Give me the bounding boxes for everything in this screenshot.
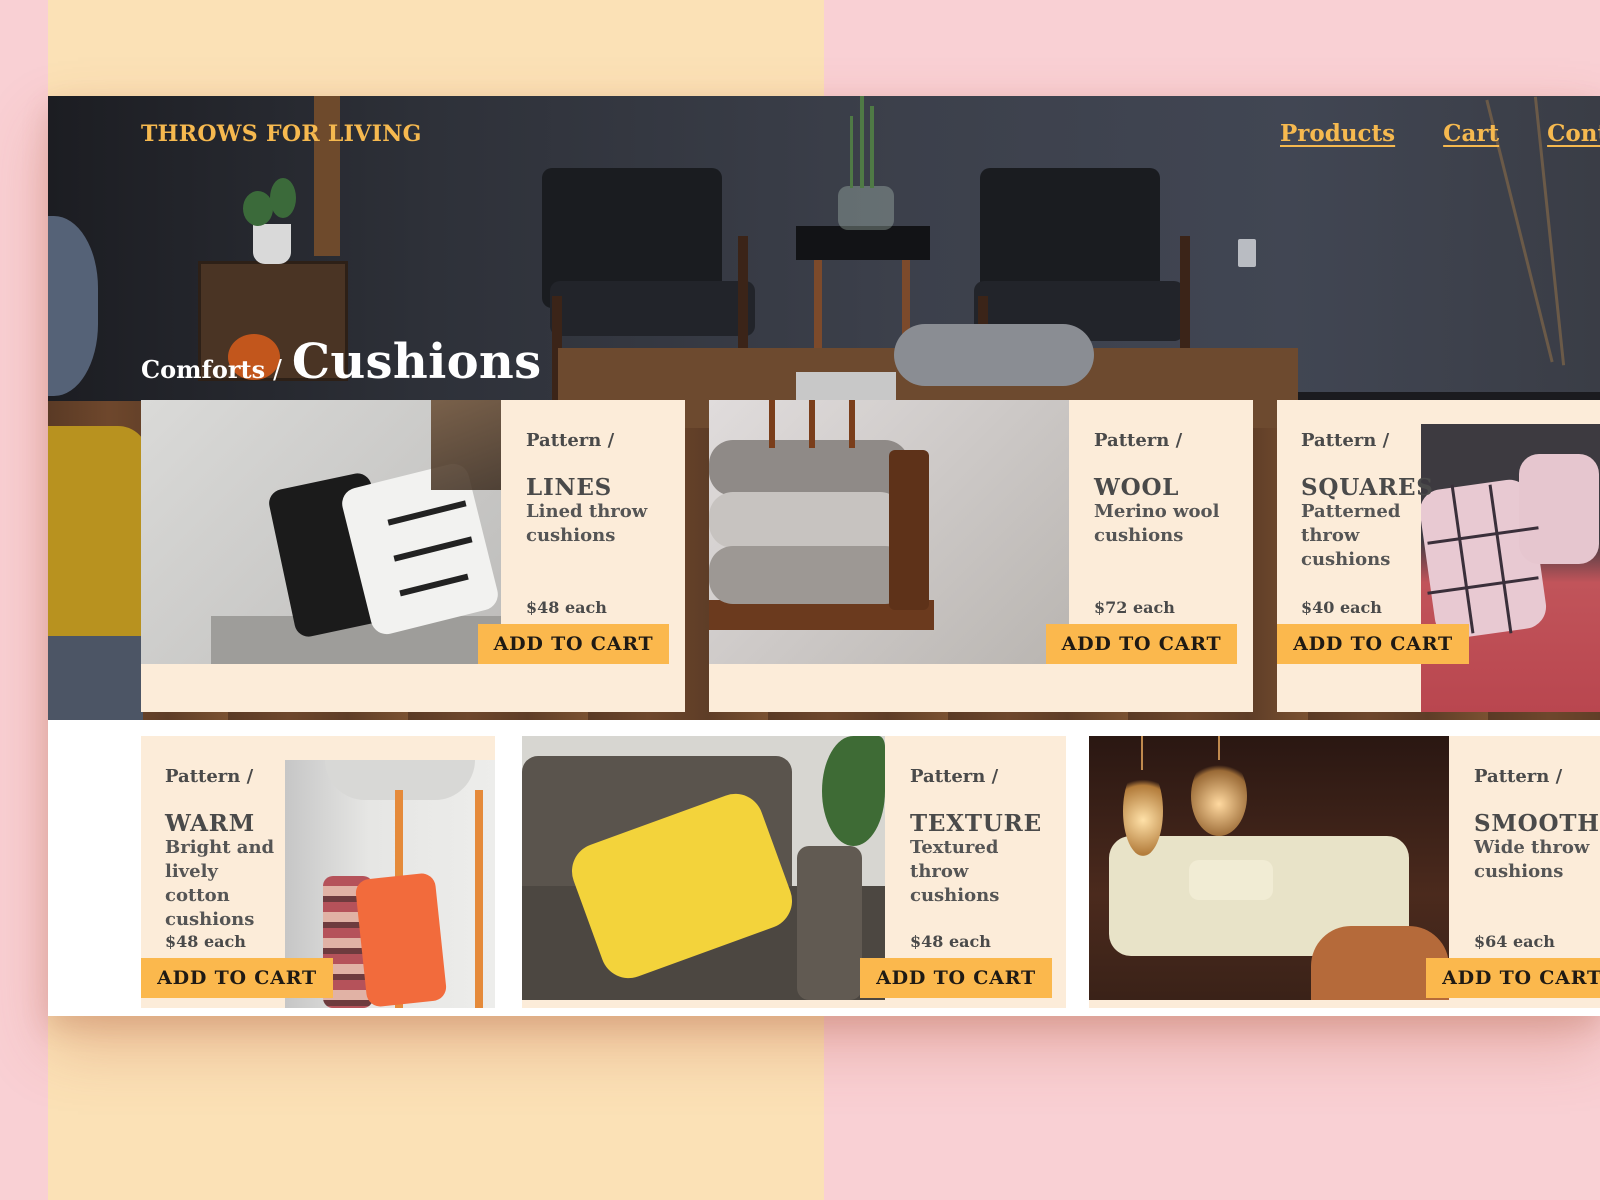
hero-plant-pot: [253, 224, 291, 264]
photo-grid-cushion: [1519, 454, 1599, 564]
product-kicker: Pattern /: [165, 766, 254, 787]
hero-chair-left-seat: [550, 281, 755, 336]
hero-light-switch: [1238, 239, 1256, 267]
product-photo: [1421, 424, 1600, 712]
product-card-texture: Pattern / TEXTURE Textured throw cushion…: [522, 736, 1066, 1008]
product-title: TEXTURE: [910, 810, 1042, 837]
product-photo: [709, 400, 1069, 664]
nav-contact-link[interactable]: Conta: [1547, 120, 1600, 147]
photo-bulb-light: [1123, 766, 1163, 856]
photo-wool-cushion: [709, 492, 904, 548]
page-frame: THROWS FOR LIVING Products Cart Conta Co…: [48, 96, 1600, 1016]
product-description: Textured throw cushions: [910, 837, 1000, 906]
photo-bulb-light: [1191, 756, 1247, 836]
add-to-cart-button[interactable]: ADD TO CART: [860, 958, 1052, 998]
breadcrumb-separator: /: [273, 355, 282, 385]
product-kicker: Pattern /: [526, 430, 615, 451]
hero-plank: [314, 96, 340, 256]
hero-plant-leaf: [243, 191, 273, 226]
hero-stem: [860, 96, 864, 188]
product-kicker: Pattern /: [1301, 430, 1390, 451]
hero-vase: [838, 186, 894, 230]
nav-products-link[interactable]: Products: [1280, 120, 1395, 147]
photo-chair-post: [475, 790, 483, 1008]
photo-chair-spindle: [849, 400, 855, 448]
product-title: LINES: [526, 474, 613, 501]
product-description: Patterned throw cushions: [1301, 501, 1401, 570]
product-card-squares: Pattern / SQUARES Patterned throw cushio…: [1277, 400, 1600, 712]
product-kicker: Pattern /: [910, 766, 999, 787]
add-to-cart-button[interactable]: ADD TO CART: [478, 624, 669, 664]
product-price: $48 each: [526, 598, 607, 617]
product-description: Lined throw cushions: [526, 501, 648, 546]
product-kicker: Pattern /: [1094, 430, 1183, 451]
photo-plant: [822, 736, 885, 846]
product-card-wool: Pattern / WOOL Merino wool cushions $72 …: [709, 400, 1253, 712]
product-photo: [1089, 736, 1449, 1000]
photo-dry-grass: [431, 400, 501, 490]
page-title: Cushions: [291, 334, 542, 390]
product-card-smooth: Pattern / SMOOTH Wide throw cushions $64…: [1089, 736, 1600, 1008]
brand-logo[interactable]: THROWS FOR LIVING: [141, 121, 422, 147]
product-price: $48 each: [910, 932, 991, 951]
nav-cart-link[interactable]: Cart: [1443, 120, 1499, 147]
product-price: $48 each: [165, 932, 246, 951]
product-description: Merino wool cushions: [1094, 501, 1220, 546]
hero-book: [796, 372, 896, 402]
product-photo: [141, 400, 501, 664]
photo-wool-cushion: [709, 440, 909, 496]
product-title: SMOOTH: [1474, 810, 1600, 837]
product-title: WARM: [165, 810, 255, 837]
add-to-cart-button[interactable]: ADD TO CART: [1277, 624, 1469, 664]
add-to-cart-button[interactable]: ADD TO CART: [1426, 958, 1600, 998]
hero-tray: [894, 324, 1094, 386]
breadcrumb: Comforts / Cushions: [141, 334, 541, 390]
main-nav: Products Cart Conta: [1280, 120, 1600, 147]
photo-wool-cushion: [709, 546, 909, 604]
product-card-warm: Pattern / WARM Bright and lively cotton …: [141, 736, 495, 1008]
breadcrumb-parent[interactable]: Comforts: [141, 355, 265, 384]
hero-stem: [870, 106, 874, 188]
photo-chair-spindle: [769, 400, 775, 448]
product-title: WOOL: [1094, 474, 1180, 501]
photo-sofa-cushion: [1189, 860, 1273, 900]
add-to-cart-button[interactable]: ADD TO CART: [141, 958, 333, 998]
photo-bulb-cord: [1218, 736, 1220, 760]
product-title: SQUARES: [1301, 474, 1434, 501]
photo-chair-arm: [889, 450, 929, 610]
product-kicker: Pattern /: [1474, 766, 1563, 787]
add-to-cart-button[interactable]: ADD TO CART: [1046, 624, 1237, 664]
photo-chair-spindle: [809, 400, 815, 448]
hero-stem: [850, 116, 853, 188]
hero-side-table-top: [796, 226, 930, 260]
photo-sofa-arm: [797, 846, 862, 1000]
product-price: $40 each: [1301, 598, 1382, 617]
product-description: Wide throw cushions: [1474, 837, 1590, 882]
product-description: Bright and lively cotton cushions: [165, 837, 275, 930]
product-price: $64 each: [1474, 932, 1555, 951]
product-card-lines: Pattern / LINES Lined throw cushions $48…: [141, 400, 685, 712]
hero-plant-leaf: [270, 178, 296, 218]
photo-bulb-cord: [1141, 736, 1143, 770]
hero-pouf-base: [48, 636, 143, 720]
product-photo: [522, 736, 885, 1000]
product-price: $72 each: [1094, 598, 1175, 617]
photo-orange-cushion: [354, 872, 448, 1008]
